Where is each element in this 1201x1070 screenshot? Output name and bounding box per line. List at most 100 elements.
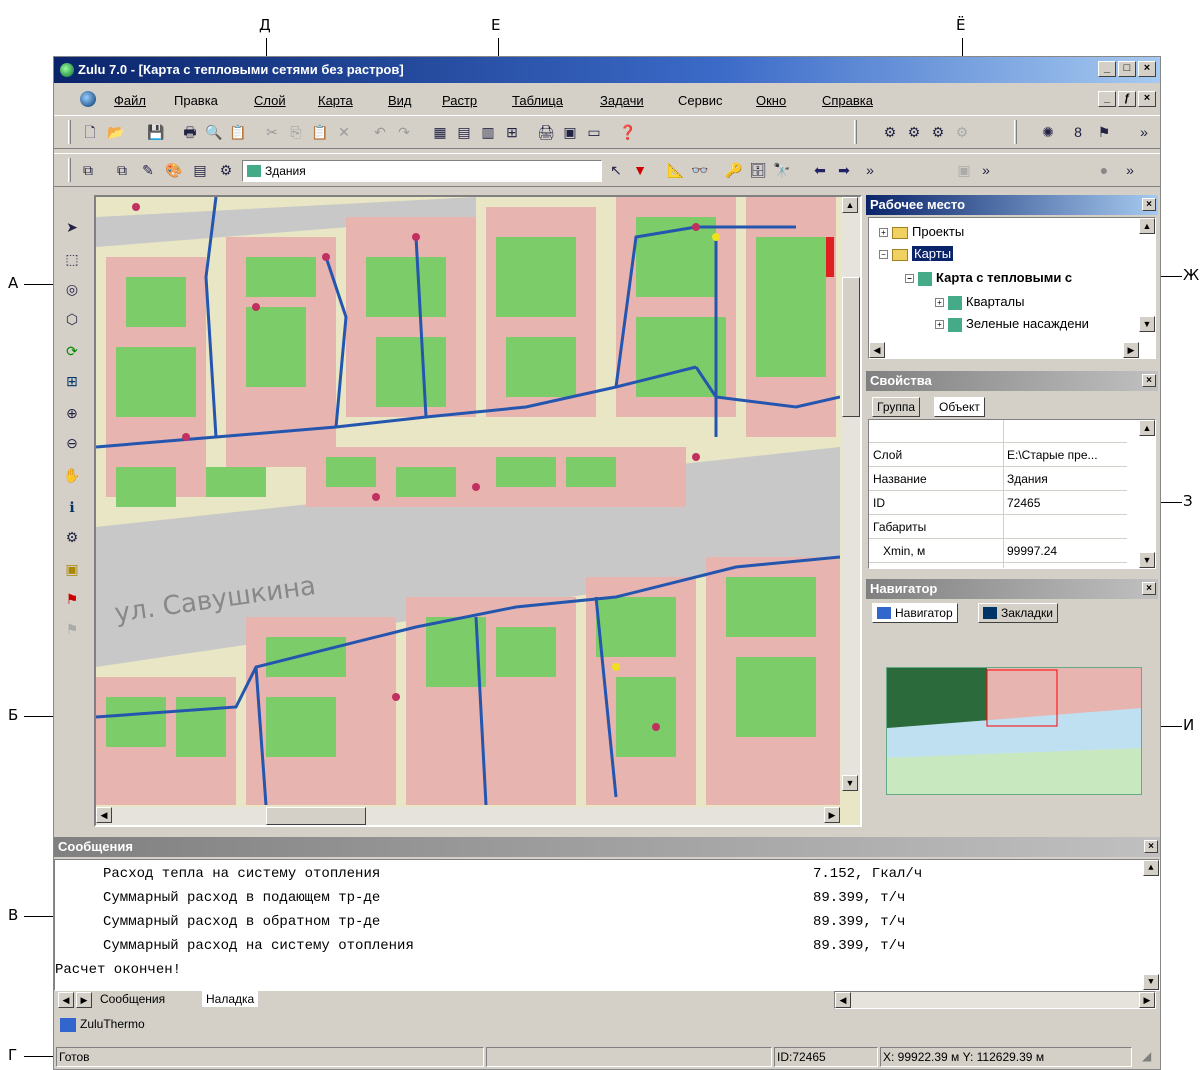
layer-combo[interactable]: Здания bbox=[242, 160, 602, 182]
workspace-close-button[interactable]: × bbox=[1142, 198, 1156, 211]
info-icon[interactable]: ℹ bbox=[62, 497, 82, 517]
map-canvas[interactable]: ул. Савушкина bbox=[96, 197, 840, 805]
window-layout-1-icon[interactable]: ▦ bbox=[430, 122, 450, 142]
zulu-thermo-item[interactable]: ZuluThermo bbox=[60, 1017, 145, 1032]
layer-props-icon[interactable]: ⚙ bbox=[216, 160, 236, 180]
map-hscroll[interactable]: ◀ ▶ bbox=[96, 807, 840, 825]
redo-icon[interactable]: ↷ bbox=[394, 122, 414, 142]
menu-layer[interactable]: Слой bbox=[254, 93, 286, 108]
toolbar-grip-2[interactable] bbox=[854, 120, 857, 144]
map-scroll-up[interactable]: ▲ bbox=[842, 197, 858, 213]
window-layout-3-icon[interactable]: ▥ bbox=[478, 122, 498, 142]
menu-window[interactable]: Окно bbox=[756, 93, 786, 108]
title-bar[interactable]: Zulu 7.0 - [Карта с тепловыми сетями без… bbox=[54, 57, 1160, 83]
zoom-out-icon[interactable]: ⊖ bbox=[62, 433, 82, 453]
add-layer-icon[interactable]: ⧉ bbox=[78, 160, 98, 180]
overflow-icon-1[interactable]: » bbox=[860, 160, 880, 180]
menu-edit[interactable]: Правка bbox=[174, 93, 218, 108]
db-icon[interactable]: 🗄 bbox=[748, 160, 768, 180]
calc-icon[interactable]: ✺ bbox=[1038, 122, 1058, 142]
menu-service[interactable]: Сервис bbox=[678, 93, 723, 108]
workspace-scroll-down[interactable]: ▼ bbox=[1139, 316, 1155, 332]
toolbar-grip[interactable] bbox=[68, 120, 71, 144]
map-scroll-left[interactable]: ◀ bbox=[96, 807, 112, 823]
messages-hscroll[interactable]: ◀ ▶ bbox=[834, 991, 1156, 1009]
map-scroll-down[interactable]: ▼ bbox=[842, 775, 858, 791]
messages-scroll-down[interactable]: ▼ bbox=[1143, 974, 1159, 990]
table-icon[interactable]: ▣ bbox=[560, 122, 580, 142]
navigator-close-button[interactable]: × bbox=[1142, 582, 1156, 595]
query-3-icon[interactable]: ⚙ bbox=[928, 122, 948, 142]
paste-icon[interactable]: 📋 bbox=[310, 122, 330, 142]
workspace-scroll-left[interactable]: ◀ bbox=[869, 342, 885, 358]
new-icon[interactable]: 🗋 bbox=[80, 122, 100, 142]
properties-icon[interactable]: 📋 bbox=[228, 122, 248, 142]
property-row[interactable]: Габариты bbox=[869, 516, 1127, 539]
toolbar-grip-4[interactable] bbox=[68, 158, 71, 182]
print-icon[interactable]: 🖶 bbox=[180, 122, 200, 142]
flag-tool-icon[interactable]: ⚑ bbox=[62, 589, 82, 609]
maximize-button[interactable]: □ bbox=[1118, 61, 1136, 77]
measure-icon[interactable]: 📐 bbox=[666, 160, 686, 180]
query-1-icon[interactable]: ⚙ bbox=[880, 122, 900, 142]
tab-tuning[interactable]: Наладка bbox=[202, 991, 259, 1007]
tree-item-projects[interactable]: + Проекты bbox=[879, 224, 964, 239]
map-vscroll[interactable]: ▲ ▼ bbox=[842, 197, 860, 791]
doc-icon[interactable] bbox=[80, 91, 96, 107]
tab-group[interactable]: Группа bbox=[872, 397, 921, 417]
resize-grip-icon[interactable]: ◢ bbox=[1142, 1049, 1156, 1063]
menu-map[interactable]: Карта bbox=[318, 93, 353, 108]
toolbar-grip-3[interactable] bbox=[1014, 120, 1017, 144]
navigator-window-icon[interactable]: ⊞ bbox=[502, 122, 522, 142]
child-minimize-button[interactable]: _ bbox=[1098, 91, 1116, 107]
copy-icon[interactable]: ⎘ bbox=[286, 122, 306, 142]
workspace-tree[interactable]: + Проекты − Карты − Карта с тепловыми с + Кв… bbox=[868, 217, 1156, 359]
color-icon[interactable]: ▼ bbox=[630, 160, 650, 180]
disabled-flag-icon[interactable]: ⚑ bbox=[62, 619, 82, 639]
window-icon[interactable]: ▭ bbox=[584, 122, 604, 142]
overflow-icon-3[interactable]: » bbox=[1120, 160, 1140, 180]
tree-item-maps[interactable]: − Карты bbox=[879, 246, 954, 261]
network-icon[interactable]: 8 bbox=[1068, 122, 1088, 142]
properties-grid[interactable]: Слой E:\Старые пре... Название Здания ID 72… bbox=[868, 419, 1156, 569]
properties-close-button[interactable]: × bbox=[1142, 374, 1156, 387]
help-icon[interactable]: ❓ bbox=[618, 122, 638, 142]
window-layout-2-icon[interactable]: ▤ bbox=[454, 122, 474, 142]
label-icon[interactable]: ▣ bbox=[62, 559, 82, 579]
menu-raster[interactable]: Растр bbox=[442, 93, 477, 108]
layer-edit-icon[interactable]: ✎ bbox=[138, 160, 158, 180]
property-row[interactable]: Xmin, м 99997.24 bbox=[869, 540, 1127, 563]
polygon-select-icon[interactable]: ⬡ bbox=[62, 309, 82, 329]
zoom-in-icon[interactable]: ⊕ bbox=[62, 403, 82, 423]
flag-icon[interactable]: ⚑ bbox=[1094, 122, 1114, 142]
navigator-overview[interactable] bbox=[886, 667, 1142, 795]
rect-select-icon[interactable]: ⬚ bbox=[62, 249, 82, 269]
pan-hand-icon[interactable]: ✋ bbox=[62, 465, 82, 485]
disabled-tool-icon[interactable]: ▣ bbox=[954, 160, 974, 180]
find-icon[interactable]: 🔭 bbox=[772, 160, 792, 180]
tree-item-greenery[interactable]: + Зеленые насаждени bbox=[935, 316, 1089, 332]
property-row[interactable]: Название Здания bbox=[869, 468, 1127, 491]
close-button[interactable]: × bbox=[1138, 61, 1156, 77]
messages-output[interactable]: Расход тепла на систему отопления 7.152,… bbox=[54, 859, 1160, 991]
messages-scroll-right[interactable]: ▶ bbox=[1139, 992, 1155, 1008]
tree-item-blocks[interactable]: + Кварталы bbox=[935, 294, 1024, 310]
refresh-icon[interactable]: ⟳ bbox=[62, 341, 82, 361]
binoculars-icon[interactable]: 👓 bbox=[690, 160, 710, 180]
menu-help[interactable]: Справка bbox=[822, 93, 873, 108]
toolbar-overflow-icon[interactable]: » bbox=[1134, 122, 1154, 142]
zoom-extent-icon[interactable]: ⊞ bbox=[62, 371, 82, 391]
menu-tasks[interactable]: Задачи bbox=[600, 93, 644, 108]
child-close-button[interactable]: × bbox=[1138, 91, 1156, 107]
messages-scroll-up[interactable]: ▲ bbox=[1143, 860, 1159, 876]
print-map-icon[interactable]: 🖨 bbox=[536, 122, 556, 142]
properties-scroll-down[interactable]: ▼ bbox=[1139, 552, 1155, 568]
messages-close-button[interactable]: × bbox=[1144, 840, 1158, 853]
cut-icon[interactable]: ✂ bbox=[262, 122, 282, 142]
menu-file[interactable]: Файл bbox=[114, 93, 146, 108]
layer-style-icon[interactable]: 🎨 bbox=[164, 160, 184, 180]
property-row[interactable]: Слой E:\Старые пре... bbox=[869, 444, 1127, 467]
open-icon[interactable]: 📂 bbox=[106, 122, 126, 142]
map-vscroll-thumb[interactable] bbox=[842, 277, 860, 417]
tab-scroll-left[interactable]: ◀ bbox=[58, 992, 74, 1008]
